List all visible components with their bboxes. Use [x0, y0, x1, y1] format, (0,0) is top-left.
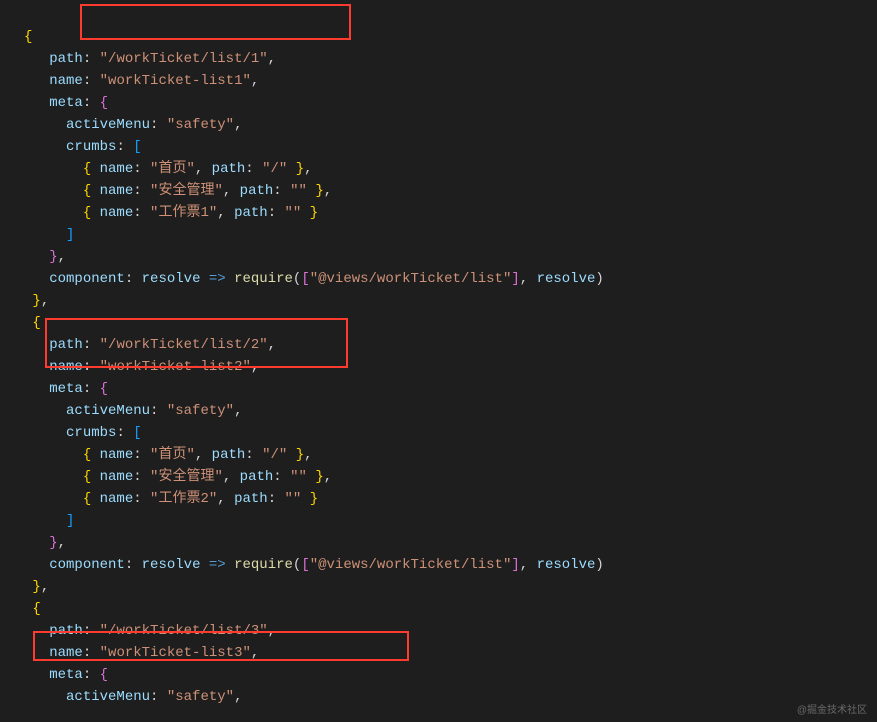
watermark: @掘金技术社区: [797, 701, 867, 716]
code-line: },: [24, 293, 49, 309]
code-line: path: "/workTicket/list/3",: [24, 623, 276, 639]
code-line: {: [24, 601, 41, 617]
code-line: component: resolve => require(["@views/w…: [24, 271, 604, 287]
code-line: crumbs: [: [24, 139, 142, 155]
code-line: },: [24, 535, 66, 551]
code-line: {: [24, 315, 41, 331]
code-line: path: "/workTicket/list/1",: [24, 51, 276, 67]
code-line: meta: {: [24, 95, 108, 111]
code-line: { name: "工作票1", path: "" }: [24, 205, 318, 221]
code-line: name: "workTicket-list1",: [24, 73, 259, 89]
code-line: path: "/workTicket/list/2",: [24, 337, 276, 353]
code-line: meta: {: [24, 381, 108, 397]
code-editor[interactable]: { path: "/workTicket/list/1", name: "wor…: [0, 0, 877, 708]
code-line: crumbs: [: [24, 425, 142, 441]
code-line: { name: "安全管理", path: "" },: [24, 183, 332, 199]
code-line: ]: [24, 227, 74, 243]
code-line: ]: [24, 513, 74, 529]
code-line: { name: "首页", path: "/" },: [24, 161, 313, 177]
code-line: },: [24, 579, 49, 595]
code-line: activeMenu: "safety",: [24, 403, 242, 419]
code-line: { name: "安全管理", path: "" },: [24, 469, 332, 485]
code-line: name: "workTicket-list3",: [24, 645, 259, 661]
code-line: activeMenu: "safety",: [24, 689, 242, 705]
code-line: meta: {: [24, 667, 108, 683]
code-line: name: "workTicket-list2",: [24, 359, 259, 375]
code-line: { name: "首页", path: "/" },: [24, 447, 313, 463]
code-line: },: [24, 249, 66, 265]
code-line: activeMenu: "safety",: [24, 117, 242, 133]
code-line: { name: "工作票2", path: "" }: [24, 491, 318, 507]
code-line: component: resolve => require(["@views/w…: [24, 557, 604, 573]
